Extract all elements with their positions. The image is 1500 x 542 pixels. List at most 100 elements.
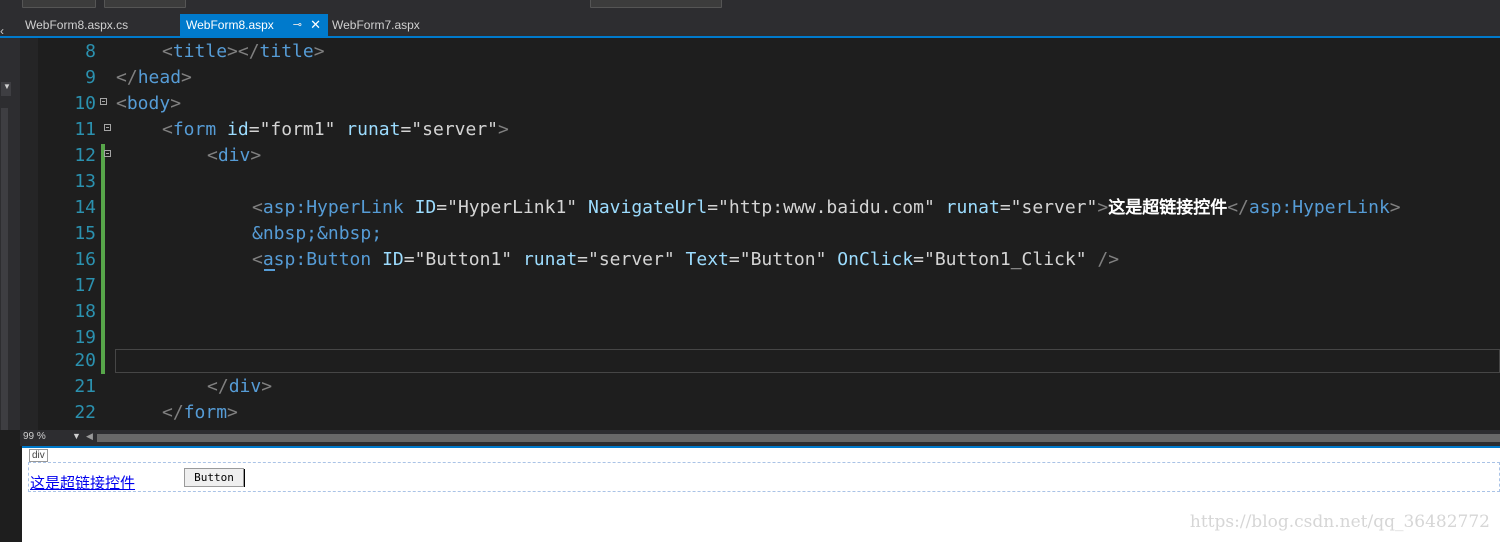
token: id bbox=[227, 119, 249, 140]
token: asp:HyperLink bbox=[262, 197, 404, 218]
token: </ bbox=[1227, 197, 1249, 218]
token: ="http:www.baidu.com" bbox=[707, 197, 935, 218]
code-line: 20 bbox=[20, 348, 1500, 374]
vertical-scrollbar[interactable] bbox=[1, 108, 8, 430]
token: 这是超链接控件 bbox=[1108, 198, 1228, 218]
line-number: 8 bbox=[85, 41, 96, 62]
code-text: </div> bbox=[207, 374, 272, 400]
token: < bbox=[207, 145, 218, 166]
code-text: <title></title> bbox=[162, 39, 325, 65]
code-text: </head> bbox=[116, 65, 192, 91]
line-number: 12 bbox=[74, 145, 96, 166]
code-line: 8 <title></title> bbox=[20, 39, 1500, 65]
token: div bbox=[217, 145, 251, 166]
line-number: 9 bbox=[85, 67, 96, 88]
code-line: 13 bbox=[20, 169, 1500, 195]
token: </ bbox=[116, 67, 138, 88]
token: > bbox=[170, 93, 182, 114]
token: head bbox=[137, 67, 182, 88]
toolbar bbox=[0, 0, 1500, 14]
button-control[interactable]: Button bbox=[184, 468, 244, 487]
zoom-level[interactable]: 99 % bbox=[23, 431, 46, 442]
div-tag-label[interactable]: div bbox=[29, 449, 48, 462]
token: < bbox=[252, 249, 263, 270]
token: > bbox=[498, 119, 509, 140]
tab-label: WebForm8.aspx.cs bbox=[25, 18, 129, 32]
fold-collapse-icon[interactable] bbox=[104, 124, 111, 131]
toolbar-dropdown[interactable] bbox=[590, 0, 722, 8]
code-line: 18 bbox=[20, 299, 1500, 325]
token: ="HyperLink1" bbox=[436, 197, 578, 218]
line-number: 17 bbox=[74, 275, 96, 296]
token: </ bbox=[162, 402, 184, 423]
code-line: 21 </div> bbox=[20, 374, 1500, 400]
code-line: 16 <asp:Button ID="Button1" runat="serve… bbox=[20, 247, 1500, 273]
token: div bbox=[228, 376, 262, 397]
watermark: https://blog.csdn.net/qq_36482772 bbox=[1189, 512, 1490, 532]
zoom-scroll-bar: 99 % ▼ ◀ bbox=[20, 430, 1500, 446]
toolbar-dropdown[interactable] bbox=[22, 0, 96, 8]
code-line: 14 <asp:HyperLink ID="HyperLink1" Naviga… bbox=[20, 195, 1500, 221]
token: > bbox=[250, 145, 262, 166]
code-line: 17 bbox=[20, 273, 1500, 299]
line-number: 10 bbox=[74, 93, 96, 114]
token: Text bbox=[685, 249, 729, 270]
code-editor[interactable]: 8 <title></title> 9 </head> 10 <body> 11… bbox=[20, 38, 1500, 430]
fold-collapse-icon[interactable] bbox=[104, 150, 111, 157]
token: form bbox=[183, 402, 228, 423]
code-text: <asp:Button ID="Button1" runat="server" … bbox=[252, 247, 1119, 273]
tab-label: WebForm7.aspx bbox=[332, 18, 420, 32]
pin-icon[interactable]: ⊸ bbox=[293, 14, 302, 36]
line-number: 20 bbox=[74, 350, 96, 371]
token: OnClick bbox=[837, 249, 914, 270]
fold-collapse-icon[interactable] bbox=[100, 98, 107, 105]
token: runat bbox=[522, 249, 578, 270]
token: ="form1" bbox=[248, 119, 336, 140]
code-text: <body> bbox=[116, 91, 181, 117]
horizontal-scrollbar-thumb[interactable] bbox=[97, 434, 1500, 442]
code-text: <asp:HyperLink ID="HyperLink1" NavigateU… bbox=[252, 195, 1401, 221]
token: > bbox=[1389, 197, 1401, 218]
code-text: &nbsp;&nbsp; bbox=[252, 221, 382, 247]
token: ="Button1" bbox=[403, 249, 513, 270]
token: form bbox=[172, 119, 217, 140]
code-text: <div> bbox=[207, 143, 261, 169]
line-number: 13 bbox=[74, 171, 96, 192]
smart-tag-indicator[interactable] bbox=[264, 269, 275, 271]
token: > bbox=[261, 376, 273, 397]
toolbar-dropdown[interactable] bbox=[104, 0, 186, 8]
token: asp:Button bbox=[262, 249, 372, 270]
token: title bbox=[259, 41, 314, 62]
code-line: 12 <div> bbox=[20, 143, 1500, 169]
token: runat bbox=[945, 197, 1000, 218]
code-line: 11 <form id="form1" runat="server"> bbox=[20, 117, 1500, 143]
token: title bbox=[172, 41, 228, 62]
token: > bbox=[313, 41, 325, 62]
line-number: 14 bbox=[74, 197, 96, 218]
scroll-left-icon[interactable]: ◀ bbox=[86, 431, 93, 442]
token: ="server" bbox=[577, 249, 675, 270]
token: /> bbox=[1086, 249, 1120, 270]
chevron-left-icon[interactable]: ‹ bbox=[0, 24, 4, 38]
close-icon[interactable]: ✕ bbox=[310, 14, 321, 36]
design-view[interactable]: div 这是超链接控件 Button https://blog.csdn.net… bbox=[22, 446, 1500, 542]
left-navigation-strip: ‹ ▼ bbox=[0, 24, 20, 430]
hyperlink-control[interactable]: 这是超链接控件 bbox=[30, 472, 135, 493]
token: < bbox=[116, 93, 127, 114]
tab-webform7-aspx[interactable]: WebForm7.aspx bbox=[326, 14, 446, 36]
token: asp:HyperLink bbox=[1248, 197, 1390, 218]
chevron-down-icon[interactable]: ▼ bbox=[72, 431, 81, 441]
code-line: 10 <body> bbox=[20, 91, 1500, 117]
token: > bbox=[1097, 197, 1109, 218]
token: runat bbox=[346, 119, 401, 140]
token: < bbox=[252, 197, 263, 218]
line-number: 22 bbox=[74, 402, 96, 423]
token: ="server" bbox=[999, 197, 1098, 218]
text-caret bbox=[244, 469, 245, 487]
code-text: </form> bbox=[162, 400, 238, 426]
tab-webform8-aspx-cs[interactable]: WebForm8.aspx.cs bbox=[19, 14, 179, 36]
tab-webform8-aspx[interactable]: WebForm8.aspx ⊸ ✕ bbox=[180, 14, 328, 36]
token: </ bbox=[207, 376, 229, 397]
line-number: 18 bbox=[74, 301, 96, 322]
code-line: 22 </form> bbox=[20, 400, 1500, 426]
